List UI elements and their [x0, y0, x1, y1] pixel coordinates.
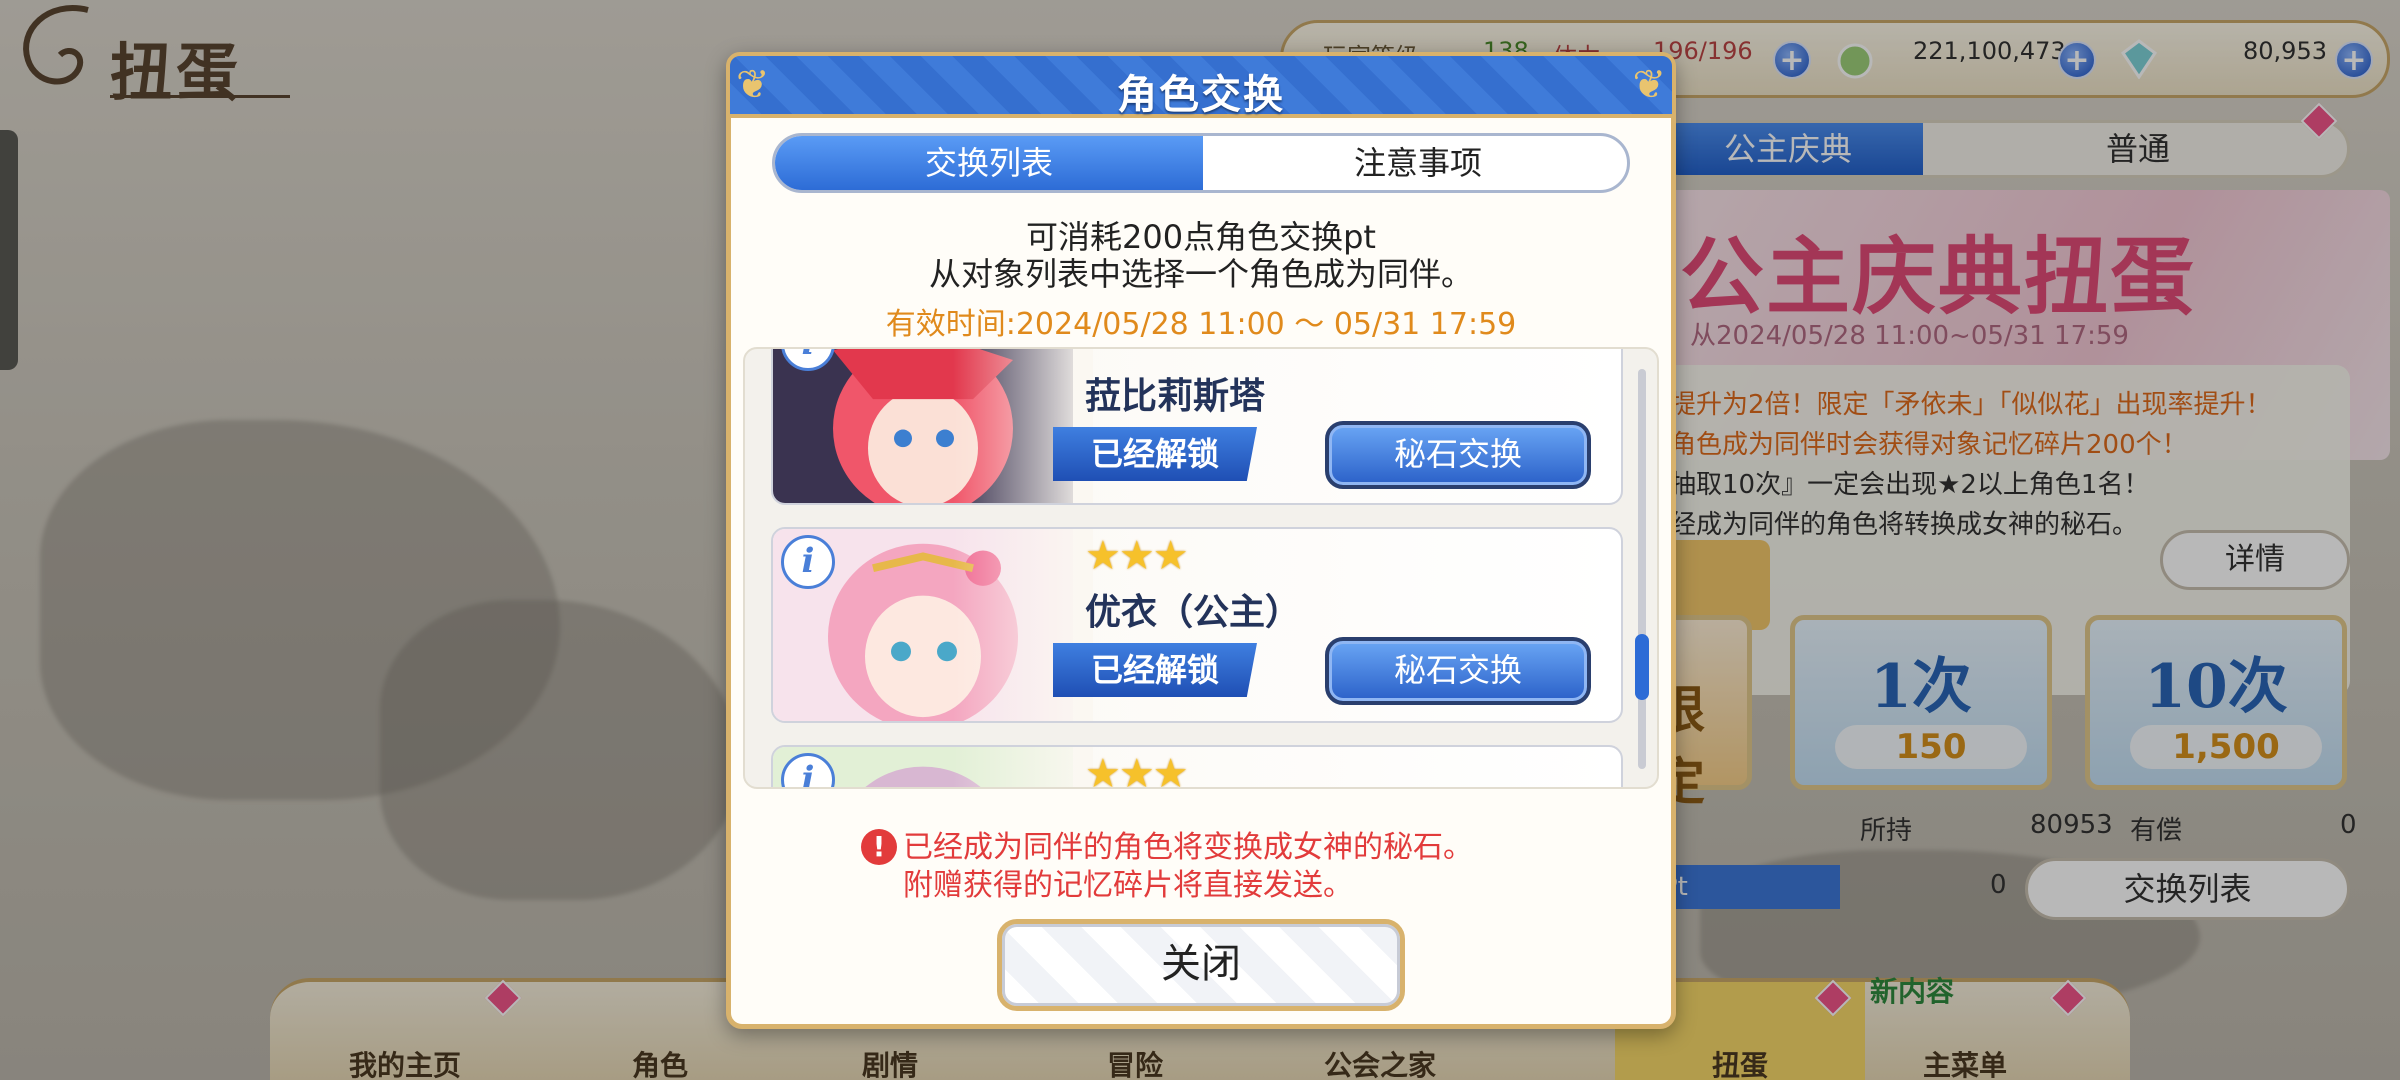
- character-name: 菈比莉斯塔: [1085, 376, 1266, 417]
- dialog-header: ❦ 角色交换 ❦: [726, 52, 1676, 118]
- info-icon[interactable]: i: [781, 535, 835, 589]
- dialog-title: 角色交换: [1117, 72, 1285, 118]
- dialog-tabs: 交换列表 注意事项: [772, 133, 1630, 193]
- scrollbar-thumb[interactable]: [1635, 634, 1649, 700]
- rarity-stars: ★★★: [1085, 751, 1189, 789]
- list-item: i ★★★ 优衣（公主） 已经解锁 秘石交换: [771, 527, 1623, 723]
- list-scrollbar[interactable]: [1638, 369, 1646, 769]
- warning-icon: !: [861, 829, 897, 865]
- exchange-instruction-text: 从对象列表中选择一个角色成为同伴。: [928, 255, 1473, 293]
- character-list[interactable]: i ★★★ 菈比莉斯塔 已经解锁 秘石交换 i ★★★ 优衣（公主） 已经解锁 …: [743, 347, 1659, 789]
- unlocked-status-badge: 已经解锁: [1053, 643, 1257, 697]
- jewel-exchange-button[interactable]: 秘石交换: [1325, 421, 1591, 489]
- close-button[interactable]: 关闭: [997, 919, 1405, 1011]
- rarity-stars: ★★★: [1085, 533, 1189, 579]
- tab-notes[interactable]: 注意事项: [1203, 136, 1627, 190]
- list-item: i ★★★ 菈比莉斯塔 已经解锁 秘石交换: [771, 349, 1623, 505]
- warning-text: 附赠获得的记忆碎片将直接发送。: [903, 868, 1353, 903]
- unlocked-status-badge: 已经解锁: [1053, 427, 1257, 481]
- jewel-exchange-button[interactable]: 秘石交换: [1325, 637, 1591, 705]
- validity-period: 有效时间:2024/05/28 11:00 ～ 05/31 17:59: [885, 307, 1517, 342]
- list-item: i ★★★: [771, 745, 1623, 789]
- tab-exchange-list[interactable]: 交换列表: [775, 136, 1203, 190]
- character-name: 优衣（公主）: [1085, 592, 1302, 633]
- corner-ornament-icon: ❦: [1632, 62, 1666, 108]
- character-exchange-dialog: ❦ 角色交换 ❦ 交换列表 注意事项 可消耗200点角色交换pt 从对象列表中选…: [726, 52, 1676, 1029]
